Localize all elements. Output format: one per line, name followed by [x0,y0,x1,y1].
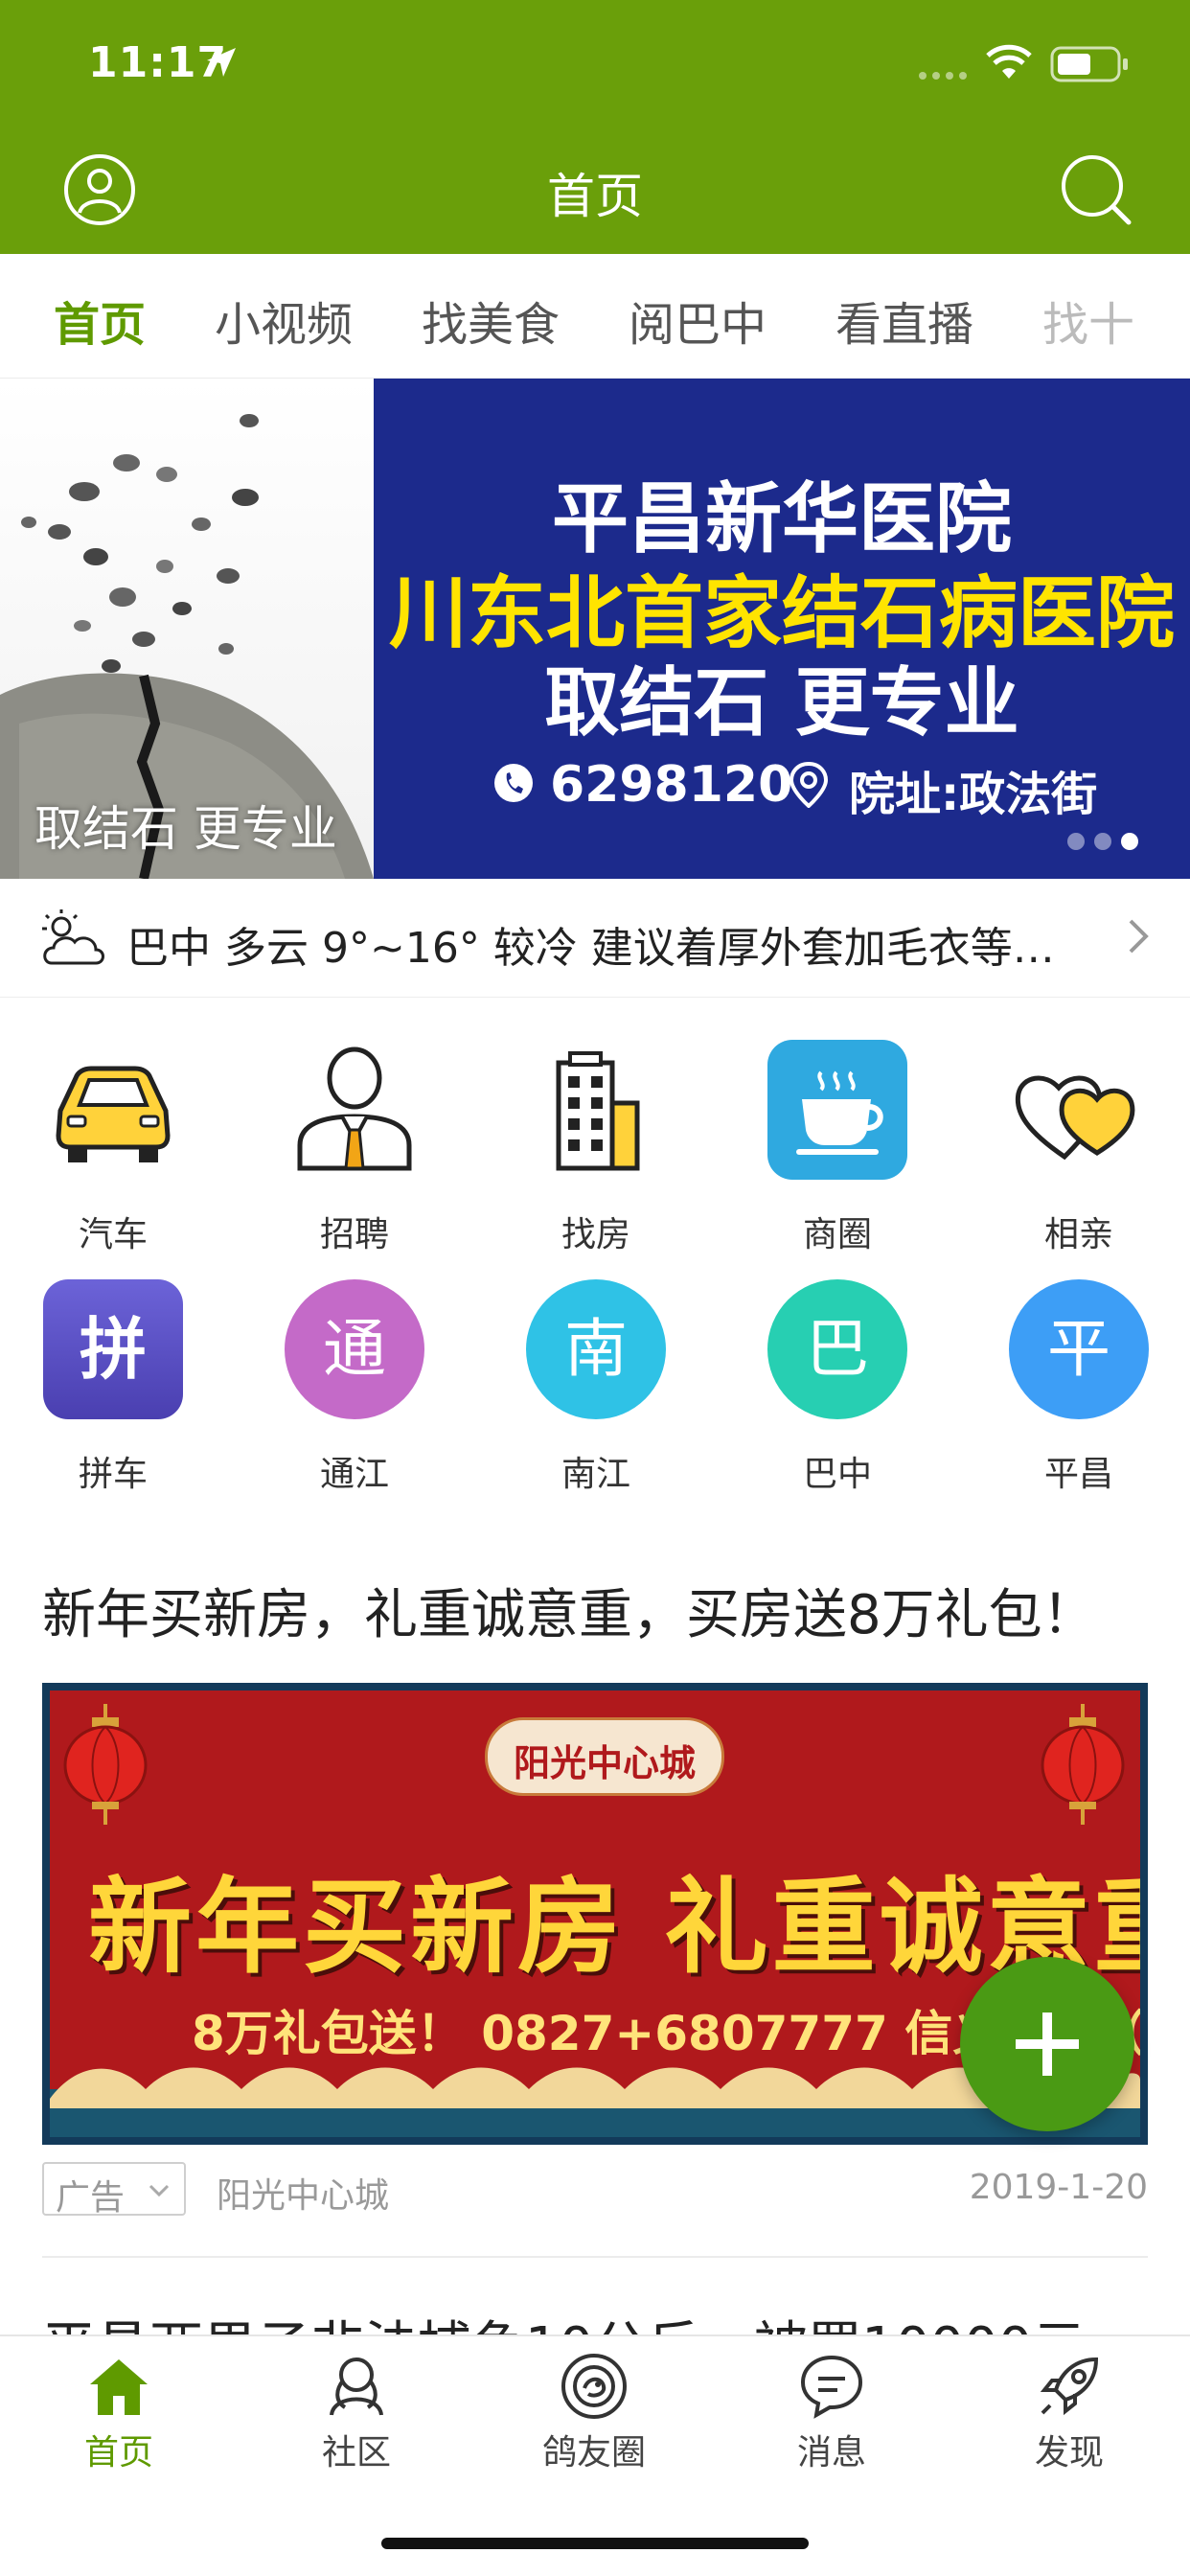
signal-icon [919,72,967,80]
carpool-icon: 拼 [43,1279,183,1419]
hero-banner[interactable]: 取结石 更专业 平昌新华医院 川东北首家结石病医院 取结石 更专业 629812… [0,379,1190,879]
category-tabs: 首页 小视频 找美食 阅巴中 看直播 找十 [0,254,1190,379]
location-pin-icon [789,762,829,808]
weather-bar[interactable]: 巴中 多云 9°~16° 较冷 建议着厚外套加毛衣等… [0,879,1190,998]
banner-phone: 6298120 [550,756,793,814]
grid-item-car[interactable]: 汽车 [17,998,209,1254]
banner-tagline: 取结石 更专业 [544,660,1019,747]
ad-tag[interactable]: 广告 [42,2162,186,2218]
grid-label: 巴中 [802,1455,872,1494]
icon-glyph: 通 [323,1312,386,1386]
tab-read-bazhong[interactable]: 阅巴中 [629,287,767,354]
bazhong-icon: 巴 [767,1279,907,1419]
feed-divider [42,2256,1148,2258]
tabbar-label: 发现 [1034,2433,1104,2472]
ad-date: 2019-1-20 [969,2168,1148,2207]
tabbar-label: 社区 [321,2433,391,2472]
tabbar-home[interactable]: 首页 [0,2336,238,2499]
pingchang-icon: 平 [1009,1279,1149,1419]
pigeon-circle-icon [561,2354,627,2419]
tabbar-messages[interactable]: 消息 [713,2336,950,2499]
tabbar-label: 消息 [796,2433,866,2472]
tab-live[interactable]: 看直播 [835,287,973,354]
cloudy-sun-icon [42,909,104,965]
ad-headline: 新年买新房 礼重诚意重 [88,1868,1148,1988]
grid-item-pingchang[interactable]: 平 平昌 [983,1237,1175,1494]
grid-item-nanjiang[interactable]: 南 南江 [500,1237,692,1494]
icon-glyph: 巴 [806,1312,869,1386]
bottom-tab-bar: 首页 社区 鸽友圈 消息 发现 [0,2334,1190,2576]
grid-item-dating[interactable]: 相亲 [983,998,1175,1254]
phone-icon [494,764,533,802]
search-icon[interactable] [1060,153,1133,226]
coffee-cup-icon [767,1040,907,1180]
banner-stone-image: 取结石 更专业 [0,379,374,879]
grid-label: 平昌 [1043,1455,1113,1494]
nanjiang-icon: 南 [526,1279,666,1419]
hearts-icon [1015,1075,1135,1161]
grid-item-housing[interactable]: 找房 [500,998,692,1254]
icon-glyph: 拼 [80,1310,147,1389]
grid-label: 拼车 [78,1455,148,1494]
recruit-person-icon [297,1046,412,1171]
tab-food[interactable]: 找美食 [422,287,560,354]
chevron-down-icon [149,2184,170,2197]
pagination-dot-active [1121,833,1138,850]
pagination-dot [1067,833,1085,850]
building-icon [556,1051,640,1171]
tabbar-label: 首页 [83,2433,153,2472]
app-screen: 11:17 首页 首页 小视频 找美食 阅巴中 看直播 找十 取结石 更专业 平… [0,0,1190,2576]
lantern-icon [1041,1704,1125,1825]
add-post-button[interactable] [960,1957,1134,2131]
banner-caption: 取结石 更专业 [34,801,337,857]
banner-ad-panel: 平昌新华医院 川东北首家结石病医院 取结石 更专业 6298120 院址:政法街 [374,379,1190,879]
grid-item-carpool[interactable]: 拼 拼车 [17,1237,209,1494]
banner-pagination [1067,833,1144,852]
icon-glyph: 平 [1047,1312,1110,1386]
pagination-dot [1094,833,1111,850]
weather-text: 巴中 多云 9°~16° 较冷 建议着厚外套加毛衣等… [126,924,1055,973]
grid-label: 通江 [319,1455,389,1494]
tabbar-label: 鸽友圈 [541,2433,646,2472]
grid-item-business[interactable]: 商圈 [742,998,933,1254]
community-icon [330,2358,383,2416]
ad-brand-badge: 阳光中心城 [485,1717,724,1796]
tongjiang-icon: 通 [285,1279,424,1419]
feed-item-title[interactable]: 新年买新房，礼重诚意重，买房送8万礼包！ [42,1572,1096,1649]
top-bar: 11:17 首页 [0,0,1190,254]
grid-label: 南江 [561,1455,630,1494]
tab-short-video[interactable]: 小视频 [215,287,353,354]
home-icon [90,2359,148,2415]
grid-item-tongjiang[interactable]: 通 通江 [259,1237,450,1494]
tab-more[interactable]: 找十 [1042,287,1134,354]
grid-item-bazhong[interactable]: 巴 巴中 [742,1237,933,1494]
car-icon [56,1066,171,1162]
plus-icon [1042,2012,1052,2076]
ad-source: 阳光中心城 [217,2176,390,2216]
icon-glyph: 南 [564,1312,628,1386]
tabbar-pigeon-circle[interactable]: 鸽友圈 [475,2336,713,2499]
service-grid: 汽车 招聘 找房 商圈 相亲 拼 拼车 通 通江 南 南江 巴 巴中 平 平昌 [0,998,1190,1515]
banner-address: 院址:政法街 [849,768,1098,821]
ad-tag-label: 广告 [56,2178,126,2218]
rocket-icon [1040,2357,1099,2416]
ad-meta-row: 广告 阳光中心城 2019-1-20 [42,2162,1148,2220]
tabbar-community[interactable]: 社区 [238,2336,475,2499]
chevron-right-icon [1129,919,1149,954]
home-indicator [381,2538,809,2549]
grid-item-recruit[interactable]: 招聘 [259,998,450,1254]
page-title: 首页 [547,169,643,224]
ad-brand-text: 阳光中心城 [513,1742,696,1784]
tabbar-discover[interactable]: 发现 [950,2336,1188,2499]
location-arrow-icon [207,48,236,77]
battery-icon [1050,46,1128,82]
message-bubble-icon [800,2355,863,2419]
lantern-icon [63,1704,148,1825]
tab-home[interactable]: 首页 [54,287,146,354]
wifi-icon [986,44,1032,79]
